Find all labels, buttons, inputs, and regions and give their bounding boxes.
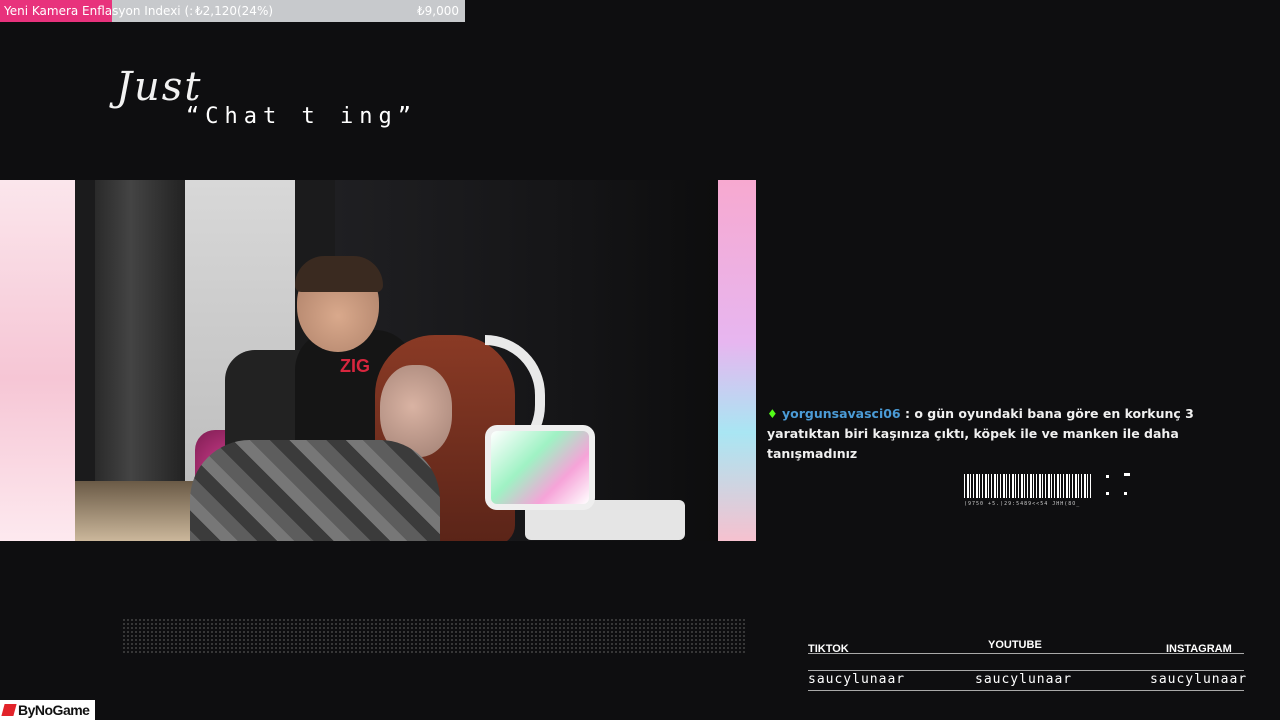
social-handle-youtube: saucylunaar bbox=[975, 672, 1073, 687]
camo-jacket bbox=[190, 440, 440, 541]
goal-target-amount: ₺9,000 bbox=[417, 4, 459, 18]
webcam-video: ZIG bbox=[75, 180, 718, 541]
social-divider-bottom bbox=[808, 690, 1244, 691]
webcam-right-border bbox=[718, 180, 756, 541]
webcam-left-border bbox=[0, 180, 75, 541]
social-handle-tiktok: saucylunaar bbox=[808, 672, 906, 687]
chair-logo: ZIG bbox=[340, 356, 370, 376]
scene-title-sub: “Chat t ing” bbox=[186, 104, 417, 129]
social-handle-instagram: saucylunaar bbox=[1150, 672, 1248, 687]
chat-message: ♦ yorgunsavasci06 : o gün oyundaki bana g… bbox=[767, 404, 1267, 464]
donation-goal-bar: Yeni Kamera Enflasyon Indexi (: ₺2,120(2… bbox=[0, 0, 465, 22]
corner-marks-icon bbox=[1104, 472, 1132, 498]
barcode-graphic bbox=[964, 474, 1092, 498]
bynogame-logo: ByNoGame bbox=[0, 700, 95, 720]
social-label-youtube: YOUTUBE bbox=[988, 639, 1042, 651]
bynogame-logo-icon bbox=[1, 704, 17, 716]
social-divider-top bbox=[808, 653, 1244, 654]
kick-icon: ♦ bbox=[767, 407, 778, 421]
chat-username: yorgunsavasci06 bbox=[782, 406, 901, 421]
webcam-frame: ZIG bbox=[0, 180, 756, 541]
social-divider-mid bbox=[808, 670, 1244, 671]
microphone bbox=[485, 425, 595, 510]
barcode-text: (9750 +5.)29:5489<<54 JHH(8O_ bbox=[964, 501, 1081, 507]
chat-separator: : bbox=[900, 406, 915, 421]
dotted-bar bbox=[122, 618, 746, 654]
bynogame-logo-text: ByNoGame bbox=[18, 702, 90, 718]
goal-title: Yeni Kamera Enflasyon Indexi (: bbox=[4, 4, 194, 18]
kid-hair bbox=[295, 256, 383, 292]
goal-current-amount: ₺2,120(24%) bbox=[195, 4, 274, 18]
